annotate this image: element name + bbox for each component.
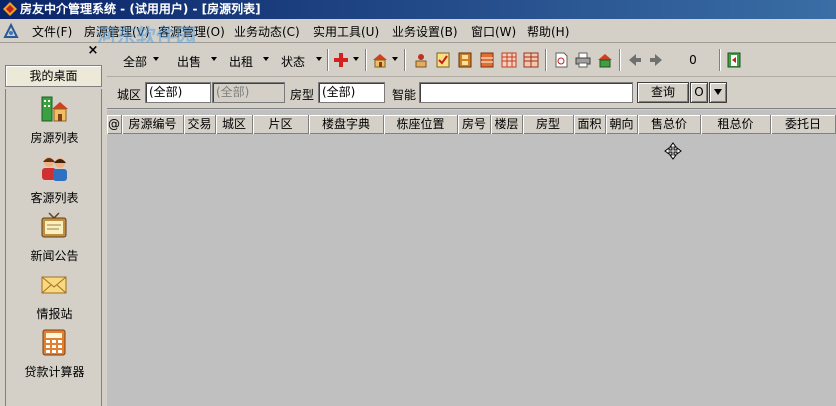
column-header-floor[interactable]: 楼层 <box>491 115 523 134</box>
sidebar-item-label: 贷款计算器 <box>24 365 85 379</box>
listing-table[interactable]: @ 房源编号 交易 城区 片区 楼盘字典 栋座位置 房号 楼层 房型 面积 朝向… <box>107 110 836 406</box>
district-select[interactable]: (全部) <box>145 82 211 103</box>
chevron-down-icon[interactable] <box>153 57 159 61</box>
house-list-icon <box>41 96 68 122</box>
menu-help[interactable]: 帮助(H) <box>527 23 569 40</box>
column-header-estate[interactable]: 楼盘字典 <box>309 115 384 134</box>
dropdown-button[interactable] <box>709 82 727 103</box>
column-header-room-type[interactable]: 房型 <box>523 115 574 134</box>
move-cursor-icon <box>664 142 682 160</box>
column-header-room-no[interactable]: 房号 <box>458 115 491 134</box>
app-logo-icon <box>3 2 17 16</box>
menu-business-settings[interactable]: 业务设置(B) <box>392 23 458 40</box>
chevron-down-icon[interactable] <box>263 57 269 61</box>
triangle-down-icon <box>714 89 722 95</box>
menu-file[interactable]: 文件(F) <box>32 23 72 40</box>
house-export-icon[interactable] <box>597 52 613 68</box>
arrow-right-icon[interactable] <box>648 52 664 68</box>
calculator-icon <box>42 329 66 356</box>
house-icon[interactable] <box>372 52 388 68</box>
envelope-icon <box>41 276 67 294</box>
area-select[interactable]: (全部) <box>212 82 285 103</box>
arrow-left-icon[interactable] <box>627 52 643 68</box>
column-header-area[interactable]: 片区 <box>253 115 309 134</box>
chevron-down-icon[interactable] <box>316 57 322 61</box>
checklist-icon[interactable] <box>435 52 451 68</box>
filter-all-button[interactable]: 全部 <box>123 53 147 70</box>
sidebar-item-label: 情报站 <box>36 307 73 321</box>
filter-sale-button[interactable]: 出售 <box>177 53 201 70</box>
main-area: 全部 出售 出租 状态 0 城区 (全部) (全部) 房型 (全部) 智能 查询… <box>107 43 836 406</box>
sidebar-item-client-list[interactable]: 客源列表 <box>6 153 103 209</box>
toolbar: 全部 出售 出租 状态 0 <box>107 43 836 77</box>
sidebar-item-label: 新闻公告 <box>30 249 79 263</box>
record-counter: 0 <box>689 53 697 67</box>
sidebar-item-news[interactable]: 新闻公告 <box>6 211 103 267</box>
column-header-deal[interactable]: 交易 <box>184 115 216 134</box>
printer-icon[interactable] <box>575 52 591 68</box>
chevron-down-icon[interactable] <box>211 57 217 61</box>
column-header-rent-price[interactable]: 租总价 <box>701 115 771 134</box>
table-header: @ 房源编号 交易 城区 片区 楼盘字典 栋座位置 房号 楼层 房型 面积 朝向… <box>107 115 836 134</box>
district-label: 城区 <box>117 88 142 102</box>
menu-tools[interactable]: 实用工具(U) <box>313 23 379 40</box>
menu-bar: 文件(F) 房源管理(V) 客源管理(O) 业务动态(C) 实用工具(U) 业务… <box>0 19 836 48</box>
table-icon[interactable] <box>501 52 517 68</box>
add-icon[interactable] <box>333 52 349 68</box>
room-type-select[interactable]: (全部) <box>318 82 385 103</box>
sidebar-item-loan-calculator[interactable]: 贷款计算器 <box>6 327 103 383</box>
title-bar: 房友中介管理系统 - (试用用户) - [房源列表] <box>0 0 836 19</box>
chevron-down-icon[interactable] <box>353 57 359 61</box>
menu-clients[interactable]: 客源管理(O) <box>158 23 225 40</box>
window-title: 房友中介管理系统 - (试用用户) - [房源列表] <box>20 2 261 16</box>
sidebar-item-intel[interactable]: 情报站 <box>6 269 103 325</box>
document-icon[interactable] <box>553 52 569 68</box>
room-type-label: 房型 <box>290 88 315 102</box>
exit-icon[interactable] <box>726 52 742 68</box>
toolbar-separator <box>719 49 721 71</box>
column-header-at[interactable]: @ <box>107 115 122 134</box>
sidebar-header: 我的桌面 <box>5 65 102 87</box>
column-header-id[interactable]: 房源编号 <box>122 115 184 134</box>
sidebar-close-button[interactable]: × <box>86 44 100 58</box>
person-icon[interactable] <box>413 52 429 68</box>
chevron-down-icon[interactable] <box>392 57 398 61</box>
menu-listings[interactable]: 房源管理(V) <box>84 23 150 40</box>
column-header-district[interactable]: 城区 <box>216 115 253 134</box>
sidebar-panel: 房源列表 客源列表 新闻公告 情报站 贷款计算器 <box>5 89 102 406</box>
column-header-size[interactable]: 面积 <box>574 115 606 134</box>
smart-search-input[interactable] <box>419 82 633 103</box>
option-button[interactable]: O <box>690 82 708 103</box>
sidebar-item-house-list[interactable]: 房源列表 <box>6 93 103 149</box>
query-button[interactable]: 查询 <box>637 82 689 103</box>
toolbar-separator <box>365 49 367 71</box>
filter-bar: 城区 (全部) (全部) 房型 (全部) 智能 查询 O <box>107 77 836 109</box>
toolbar-separator <box>619 49 621 71</box>
menu-logo-icon[interactable] <box>3 23 19 39</box>
toolbar-separator <box>327 49 329 71</box>
column-header-entrust-date[interactable]: 委托日 <box>771 115 836 134</box>
menu-business-news[interactable]: 业务动态(C) <box>234 23 300 40</box>
smart-search-label: 智能 <box>392 88 417 102</box>
grid-icon[interactable] <box>479 52 495 68</box>
film-icon[interactable] <box>457 52 473 68</box>
column-header-building[interactable]: 栋座位置 <box>384 115 458 134</box>
column-header-sale-price[interactable]: 售总价 <box>638 115 701 134</box>
filter-rent-button[interactable]: 出租 <box>229 53 253 70</box>
toolbar-separator <box>545 49 547 71</box>
clients-icon <box>42 157 67 181</box>
toolbar-separator <box>404 49 406 71</box>
menu-window[interactable]: 窗口(W) <box>471 23 516 40</box>
spreadsheet-icon[interactable] <box>523 52 539 68</box>
sidebar-item-label: 房源列表 <box>30 131 79 145</box>
filter-status-button[interactable]: 状态 <box>281 53 305 70</box>
column-header-orientation[interactable]: 朝向 <box>606 115 638 134</box>
sidebar-item-label: 客源列表 <box>30 191 79 205</box>
tv-news-icon <box>41 212 67 238</box>
sidebar: × 我的桌面 房源列表 客源列表 新闻公告 情报站 贷款计算器 <box>0 43 107 406</box>
